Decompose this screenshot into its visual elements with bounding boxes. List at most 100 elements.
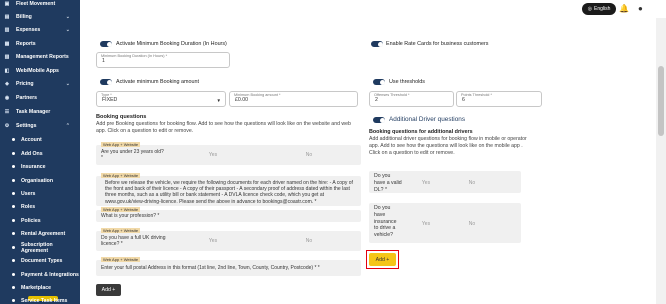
fleet-icon: ▣	[4, 0, 10, 7]
sidebar-item-expenses[interactable]: ▥ Expenses ⌄	[0, 23, 80, 36]
booking-question-item[interactable]: Web App + Website Do you have a full UK …	[96, 228, 361, 251]
billing-icon: ▤	[4, 13, 10, 20]
question-tag: Web App + Website	[101, 173, 141, 178]
task-icon: ☰	[4, 108, 10, 115]
driver-questions-toggle[interactable]	[373, 117, 385, 123]
sidebar-subitem-payment-integrations[interactable]: Payment & Integrations	[0, 268, 80, 281]
bullet-icon	[12, 179, 15, 182]
type-select[interactable]: Type * FIXED ▼	[96, 91, 226, 107]
gear-icon: ⚙	[4, 122, 10, 129]
bullet-icon	[12, 205, 15, 208]
sidebar: ▣ Fleet Movement ▤ Billing ⌄ ▥ Expenses …	[0, 0, 80, 304]
bullet-icon	[12, 192, 15, 195]
offenses-threshold-field[interactable]: Offenses Threshold * 2	[369, 91, 454, 107]
driver-question-item[interactable]: Do you have a valid DL? * Yes No	[369, 171, 521, 193]
add-driver-question-button[interactable]: Add +	[369, 253, 396, 266]
sidebar-item-web-mobile-apps[interactable]: ◧ Web/Mobile Apps	[0, 64, 80, 77]
option-yes: Yes	[208, 152, 218, 158]
sidebar-item-pricing[interactable]: ◈ Pricing ⌄	[0, 77, 80, 90]
bullet-icon	[12, 138, 15, 141]
bullet-icon	[12, 232, 15, 235]
booking-questions-description: Add pre Booking questions for booking fl…	[96, 121, 351, 134]
apps-icon: ◧	[4, 67, 10, 74]
driver-question-item[interactable]: Do you have insurance to drive a vehicle…	[369, 203, 521, 243]
option-yes: Yes	[208, 238, 218, 244]
min-amount-toggle[interactable]	[100, 79, 112, 85]
question-tag: Web App + Website	[101, 207, 141, 212]
bullet-icon	[12, 152, 15, 155]
min-duration-toggle[interactable]	[100, 41, 112, 47]
question-tag: Web App + Website	[101, 257, 141, 262]
sidebar-subitem-document-types[interactable]: Document Types	[0, 254, 80, 267]
question-tag: Web App + Website	[101, 228, 141, 233]
sidebar-subitem-users[interactable]: Users	[0, 187, 80, 200]
bullet-icon	[12, 286, 15, 289]
bullet-icon	[12, 165, 15, 168]
question-text: Are you under 23 years old? *	[101, 149, 164, 162]
bullet-icon	[12, 273, 15, 276]
min-amount-toggle-label: Activate minimum Booking amount	[116, 79, 199, 85]
question-text: Do you have a full UK driving licence? *	[101, 235, 166, 248]
option-yes: Yes	[421, 221, 431, 227]
expenses-icon: ▥	[4, 26, 10, 33]
thresholds-toggle[interactable]	[373, 79, 385, 85]
question-text: Enter your full postal Address in this f…	[101, 265, 320, 271]
sidebar-item-fleet-movement[interactable]: ▣ Fleet Movement	[0, 0, 80, 10]
sidebar-subitem-add-ons[interactable]: Add Ons	[0, 147, 80, 160]
question-text: Before we release the vehicle, we requir…	[105, 180, 353, 205]
add-booking-question-button[interactable]: Add +	[96, 284, 121, 296]
scroll-thumb[interactable]	[658, 66, 664, 136]
sidebar-item-reports[interactable]: ▦ Reports	[0, 37, 80, 50]
booking-question-item[interactable]: Web App + Website Enter your full postal…	[96, 257, 361, 276]
sidebar-subitem-subscription-agreement[interactable]: Subscription Agreement	[0, 241, 80, 254]
chart-icon: ▧	[4, 53, 10, 60]
sidebar-subitem-roles[interactable]: Roles	[0, 200, 80, 213]
option-yes: Yes	[421, 180, 431, 186]
dropdown-arrow-icon: ▼	[216, 98, 221, 103]
user-icon[interactable]: ●	[638, 4, 643, 13]
bullet-icon	[12, 259, 15, 262]
question-text: What is your profession? *	[101, 213, 160, 219]
sidebar-subitem-policies[interactable]: Policies	[0, 214, 80, 227]
sidebar-subitem-account[interactable]: Account	[0, 133, 80, 146]
reports-icon: ▦	[4, 40, 10, 47]
booking-questions-title: Booking questions	[96, 114, 147, 120]
sidebar-subitem-service-task-items[interactable]: Service Task Items	[0, 294, 80, 304]
sidebar-item-partners[interactable]: ◉ Partners	[0, 91, 80, 104]
thresholds-toggle-label: Use thresholds	[389, 79, 425, 85]
chevron-down-icon: ⌄	[65, 13, 70, 20]
sidebar-subitem-rental-agreement[interactable]: Rental Agreement	[0, 227, 80, 240]
bullet-icon	[12, 219, 15, 222]
sidebar-item-settings[interactable]: ⚙ Settings ⌃	[0, 119, 80, 132]
driver-questions-description: Add additional driver questions for book…	[369, 136, 527, 156]
booking-question-item[interactable]: Web App + Website What is your professio…	[96, 207, 361, 222]
pricing-icon: ◈	[5, 80, 9, 87]
option-no: No	[468, 180, 476, 186]
sidebar-subitem-organisation[interactable]: Organisation	[0, 174, 80, 187]
sidebar-item-task-manager[interactable]: ☰ Task Manager	[0, 105, 80, 118]
chevron-up-icon: ⌃	[65, 122, 70, 129]
rate-cards-toggle-label: Enable Rate Cards for business customers	[386, 41, 489, 47]
rate-cards-toggle[interactable]	[371, 41, 383, 47]
sidebar-subitem-insurance[interactable]: Insurance	[0, 160, 80, 173]
points-threshold-field[interactable]: Points Threshold * 6	[456, 91, 542, 107]
bullet-icon	[12, 299, 15, 302]
min-duration-field[interactable]: Minimum Booking Duration (In Hours) * 1	[96, 52, 230, 68]
chevron-down-icon: ⌄	[65, 80, 70, 87]
globe-icon: ◎	[587, 6, 592, 12]
min-amount-field[interactable]: Minimum Booking amount * £0.00	[229, 91, 358, 107]
partners-icon: ◉	[4, 94, 10, 101]
sidebar-item-billing[interactable]: ▤ Billing ⌄	[0, 10, 80, 23]
bullet-icon	[12, 246, 15, 249]
driver-questions-title: Booking questions for additional drivers	[369, 129, 473, 135]
language-button[interactable]: ◎ English	[582, 3, 616, 15]
booking-question-item[interactable]: Web App + Website Before we release the …	[96, 173, 361, 206]
sidebar-subitem-marketplace[interactable]: Marketplace	[0, 281, 80, 294]
scrollbar[interactable]	[656, 18, 666, 304]
top-bar: ◎ English 🔔 ●	[80, 0, 666, 18]
bell-icon[interactable]: 🔔	[619, 4, 629, 13]
sidebar-item-management-reports[interactable]: ▧ Management Reports	[0, 50, 80, 63]
min-duration-toggle-label: Activate Minimum Booking Duration (In Ho…	[116, 41, 227, 47]
option-no: No	[468, 221, 476, 227]
booking-question-item[interactable]: Web App + Website Are you under 23 years…	[96, 142, 361, 165]
